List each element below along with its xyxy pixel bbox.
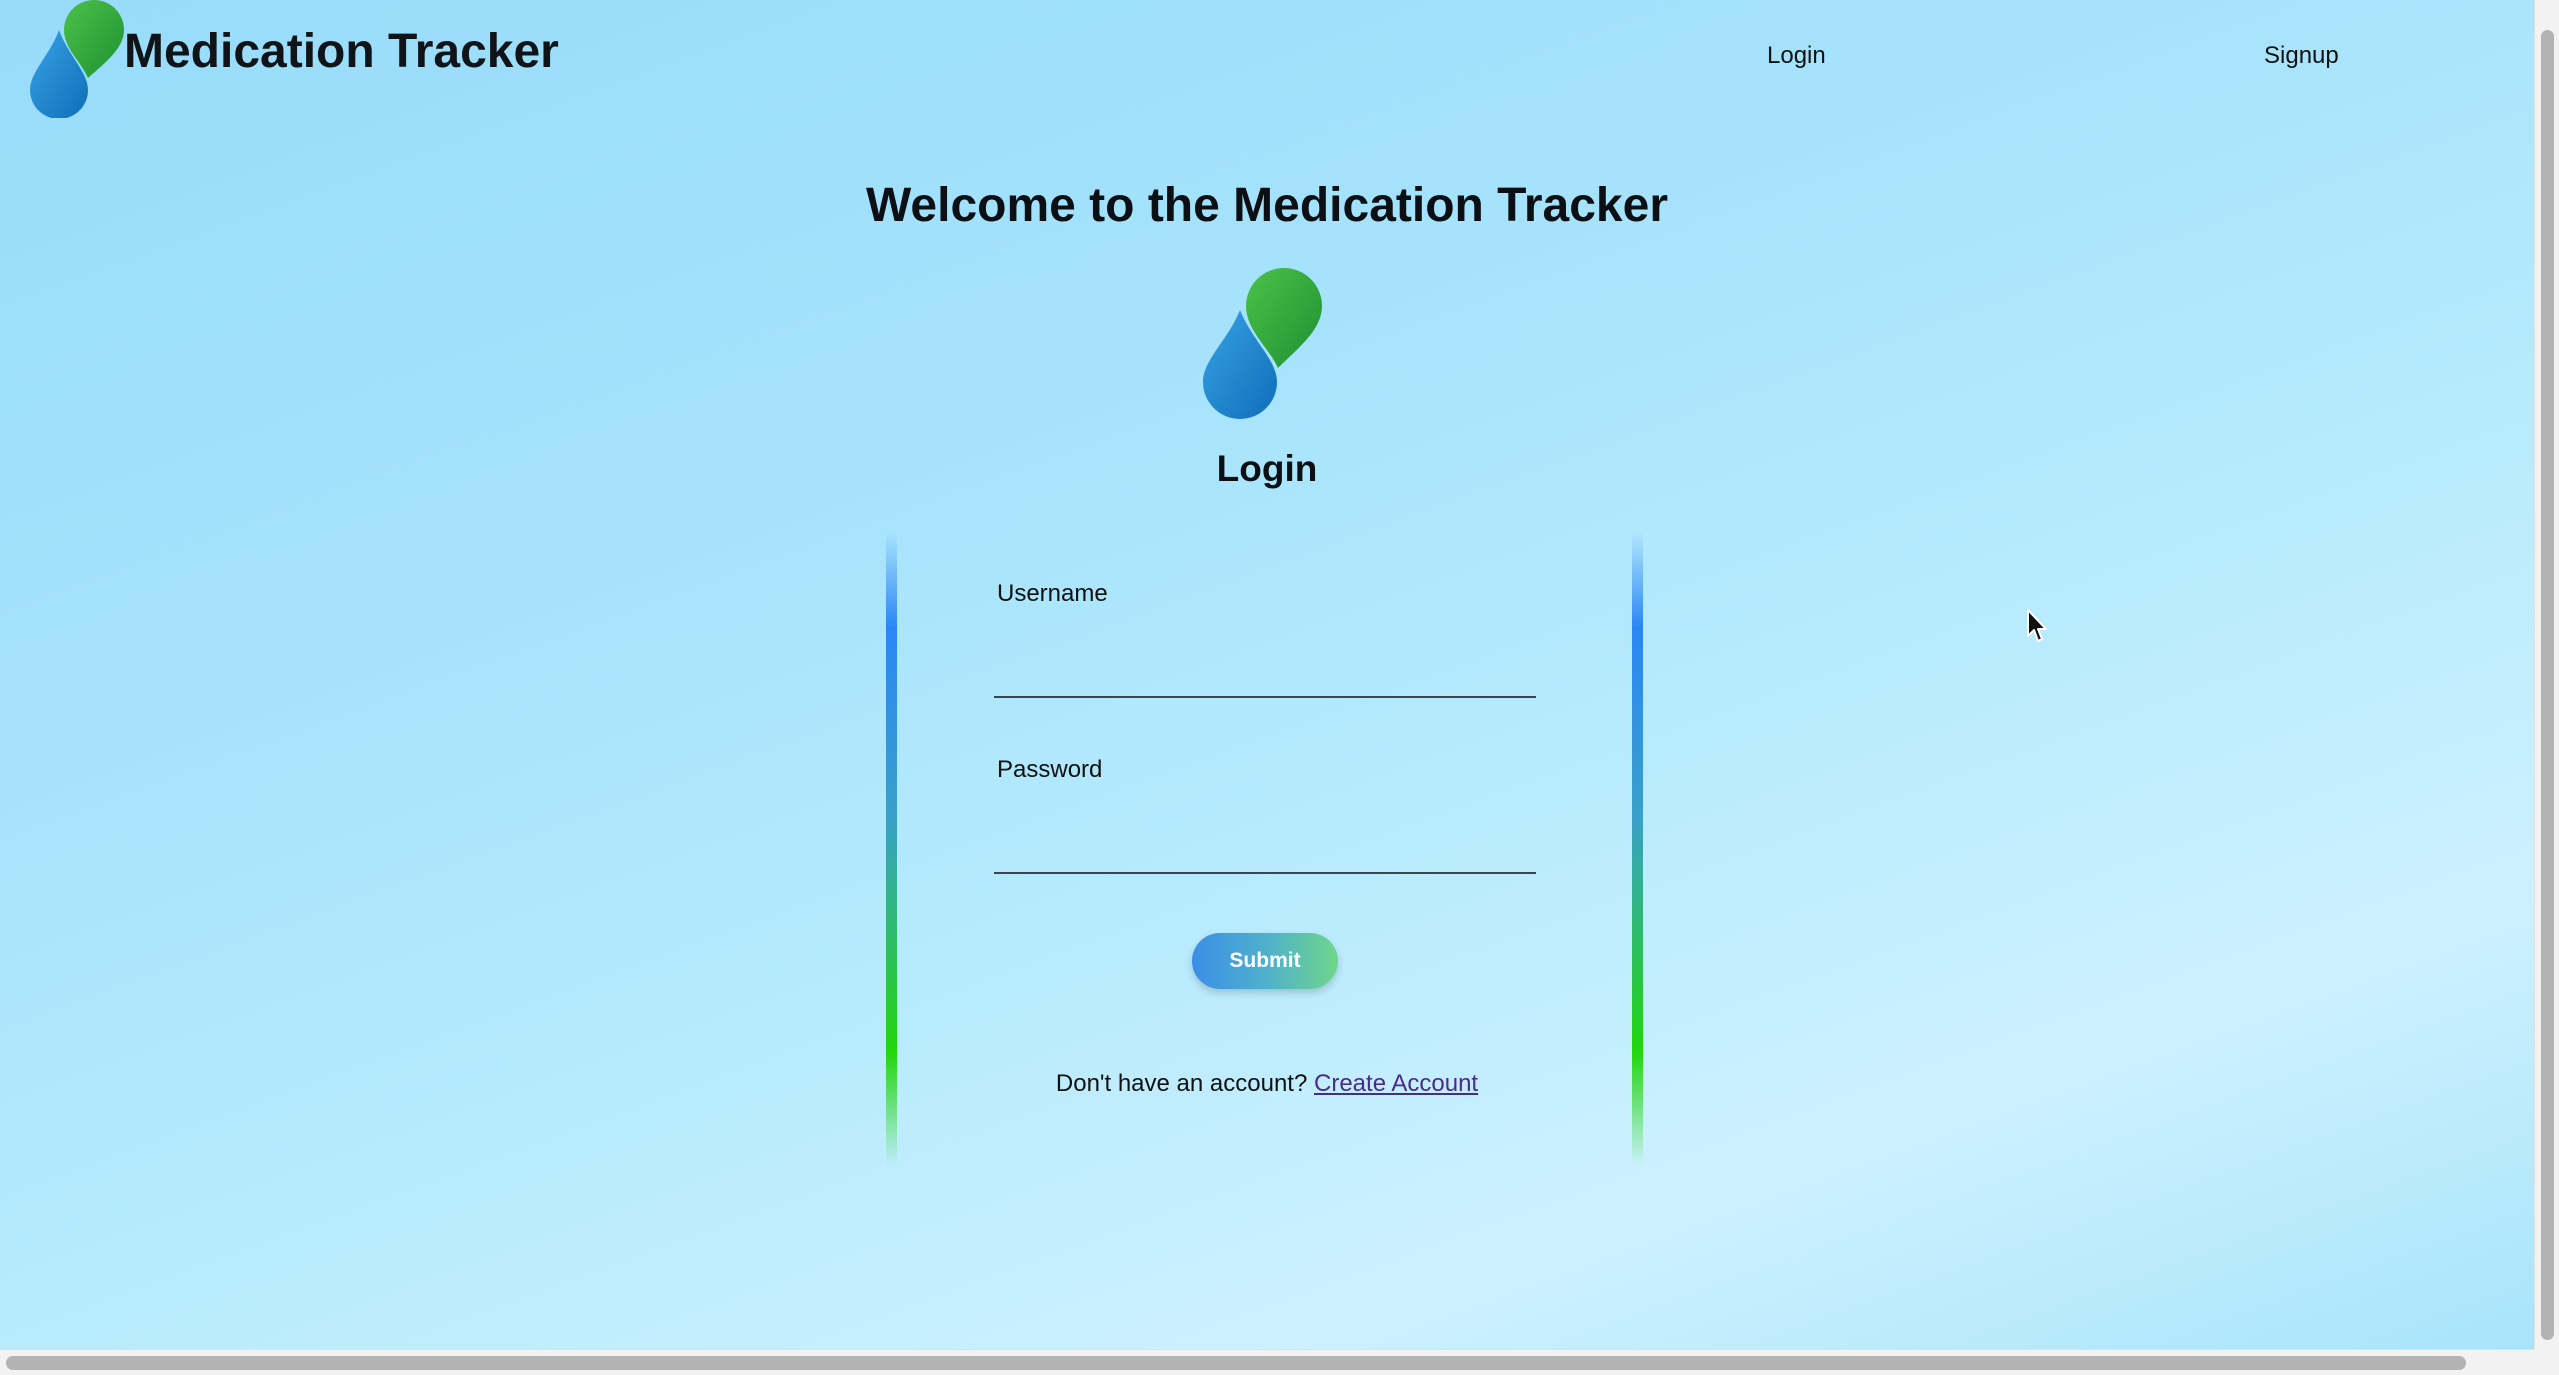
- vertical-scrollbar-thumb[interactable]: [2541, 30, 2554, 1340]
- username-label: Username: [997, 580, 1108, 607]
- login-form-title: Login: [1216, 448, 1318, 489]
- create-account-line: Don't have an account? Create Account: [0, 1070, 2534, 1098]
- password-label: Password: [997, 756, 1103, 783]
- horizontal-scrollbar-thumb[interactable]: [6, 1356, 2466, 1370]
- scrollbar-corner: [2534, 1349, 2559, 1375]
- mouse-cursor-icon: [2027, 609, 2047, 642]
- nav-signup-link[interactable]: Signup: [2264, 42, 2339, 70]
- nav-login-link[interactable]: Login: [1767, 42, 1826, 70]
- droplets-logo-icon: [1203, 268, 1322, 419]
- page: Medication Tracker Login Signup Welcome …: [0, 0, 2534, 1349]
- horizontal-scrollbar[interactable]: [0, 1349, 2534, 1375]
- submit-button[interactable]: Submit: [1192, 933, 1338, 989]
- username-input[interactable]: [994, 654, 1536, 698]
- welcome-heading: Welcome to the Medication Tracker: [865, 179, 1668, 232]
- top-header: Medication Tracker Login Signup: [0, 0, 2534, 120]
- app-title: Medication Tracker: [124, 25, 559, 78]
- create-account-link[interactable]: Create Account: [1314, 1070, 1478, 1097]
- vertical-scrollbar[interactable]: [2534, 0, 2559, 1349]
- droplets-logo-icon[interactable]: [26, 0, 126, 118]
- account-prompt: Don't have an account?: [1055, 1070, 1308, 1097]
- password-input[interactable]: [994, 830, 1536, 874]
